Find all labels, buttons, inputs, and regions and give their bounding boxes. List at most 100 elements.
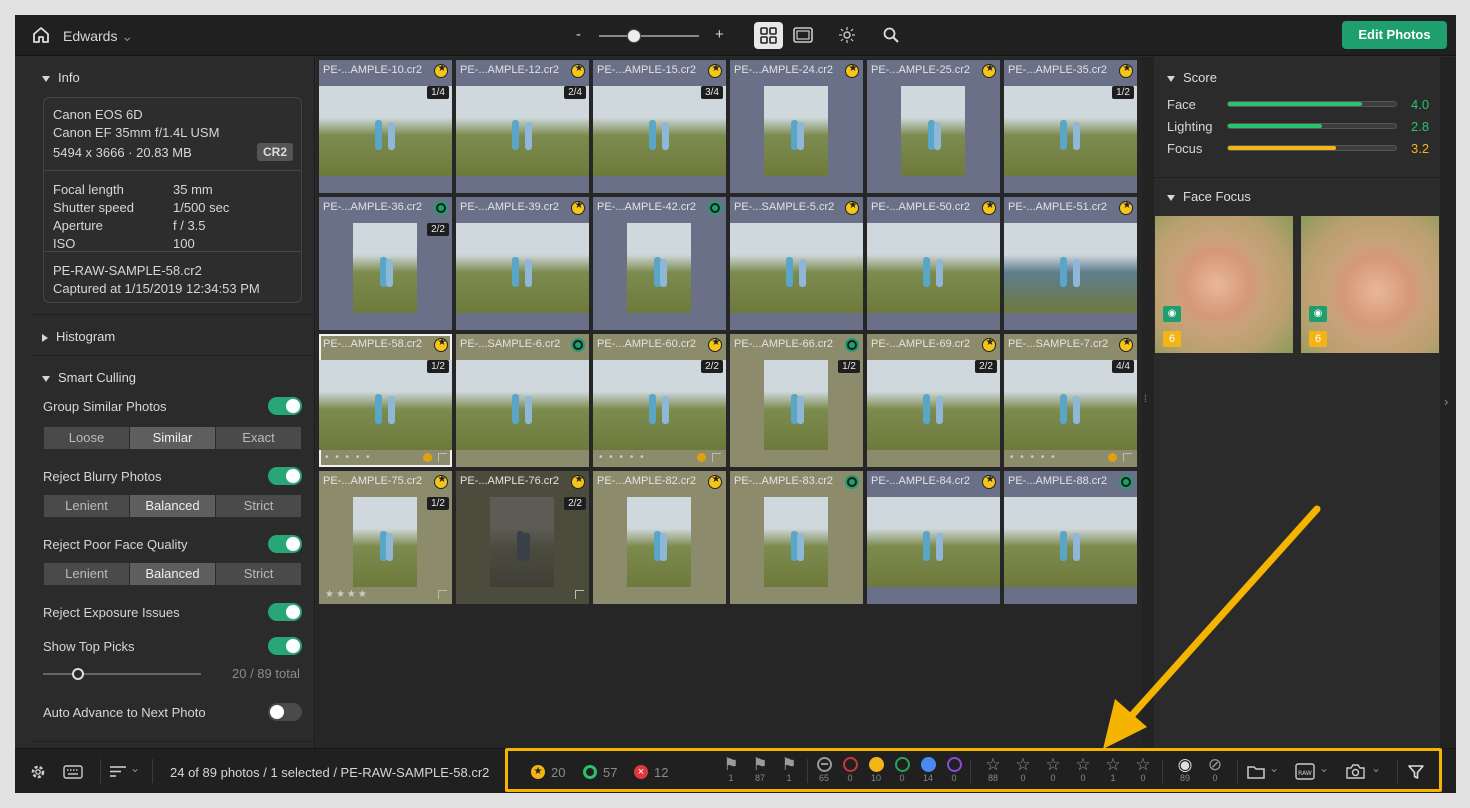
flag-icon[interactable] — [575, 590, 584, 599]
photo-cell[interactable]: PE-...AMPLE-69.cr2 2/2 — [867, 334, 1000, 467]
brightness-icon[interactable] — [839, 27, 855, 43]
pick-badge-icon[interactable] — [434, 474, 449, 489]
photo-cell[interactable]: PE-...SAMPLE-6.cr2 — [456, 334, 589, 467]
photo-cell[interactable]: PE-...AMPLE-36.cr2 2/2 — [319, 197, 452, 330]
zoom-slider[interactable] — [599, 29, 699, 43]
accepted-badge-icon[interactable] — [571, 338, 585, 352]
pick-badge-icon[interactable] — [845, 200, 860, 215]
photo-cell[interactable]: PE-...AMPLE-15.cr2 3/4 — [593, 60, 726, 193]
photo-cell[interactable]: PE-...AMPLE-84.cr2 — [867, 471, 1000, 604]
photo-cell[interactable]: PE-...AMPLE-82.cr2 — [593, 471, 726, 604]
info-header[interactable]: Info — [42, 70, 80, 85]
right-collapse-strip[interactable]: › — [1440, 57, 1456, 748]
accepted-badge-icon[interactable] — [845, 475, 859, 489]
top-picks-toggle[interactable] — [268, 637, 302, 655]
group-similar-toggle[interactable] — [268, 397, 302, 415]
face-thumbnail[interactable]: ◉ 6 — [1155, 216, 1293, 353]
flag-icon[interactable] — [438, 453, 447, 462]
settings-gear-icon[interactable] — [30, 764, 46, 780]
search-icon[interactable] — [883, 27, 899, 43]
option-loose[interactable]: Loose — [44, 427, 130, 449]
reject-exposure-toggle[interactable] — [268, 603, 302, 621]
photo-cell[interactable]: PE-...AMPLE-58.cr2 1/2 • • • • • — [319, 334, 452, 467]
pick-badge-icon[interactable] — [982, 474, 997, 489]
zoom-slider-handle[interactable] — [627, 29, 641, 43]
pick-badge-icon[interactable] — [1119, 200, 1134, 215]
color-label-icon[interactable] — [423, 453, 432, 462]
flag-icon[interactable] — [438, 590, 447, 599]
pick-badge-icon[interactable] — [708, 337, 723, 352]
zoom-in-button[interactable]: + — [715, 26, 724, 43]
option-balanced[interactable]: Balanced — [130, 495, 216, 517]
rating-dots[interactable]: • • • • • — [325, 452, 372, 463]
photo-cell[interactable]: PE-...AMPLE-50.cr2 — [867, 197, 1000, 330]
rating-dots[interactable]: • • • • • — [1010, 452, 1057, 463]
pick-badge-icon[interactable] — [434, 337, 449, 352]
edit-photos-button[interactable]: Edit Photos — [1342, 21, 1447, 49]
pick-badge-icon[interactable] — [434, 63, 449, 78]
photo-cell[interactable]: PE-...AMPLE-60.cr2 2/2 • • • • • — [593, 334, 726, 467]
single-view-icon[interactable] — [793, 27, 813, 43]
photo-cell[interactable]: PE-...AMPLE-12.cr2 2/4 — [456, 60, 589, 193]
option-strict[interactable]: Strict — [216, 495, 301, 517]
histogram-header[interactable]: Histogram — [42, 329, 115, 344]
user-switcher[interactable]: Edwards ⌄ — [63, 28, 133, 45]
pick-badge-icon[interactable] — [571, 63, 586, 78]
photo-cell[interactable]: PE-...AMPLE-83.cr2 — [730, 471, 863, 604]
accepted-badge-icon[interactable] — [434, 201, 448, 215]
rating-stars[interactable]: ★★★★ — [325, 589, 369, 600]
photo-cell[interactable]: PE-...SAMPLE-5.cr2 — [730, 197, 863, 330]
color-label-icon[interactable] — [1108, 453, 1117, 462]
option-lenient[interactable]: Lenient — [44, 495, 130, 517]
home-icon[interactable] — [32, 26, 50, 44]
photo-cell[interactable]: PE-...AMPLE-25.cr2 — [867, 60, 1000, 193]
photo-cell[interactable]: PE-...AMPLE-51.cr2 — [1004, 197, 1137, 330]
top-picks-slider[interactable] — [43, 668, 201, 680]
score-header[interactable]: Score — [1167, 70, 1217, 85]
accepted-badge-icon[interactable] — [708, 201, 722, 215]
rating-dots[interactable]: • • • • • — [599, 452, 646, 463]
zoom-out-button[interactable]: - — [576, 26, 581, 43]
option-strict[interactable]: Strict — [216, 563, 301, 585]
pick-badge-icon[interactable] — [571, 200, 586, 215]
chevron-down-icon[interactable]: ⌄ — [130, 761, 140, 775]
drag-handle-icon[interactable]: ⁞ — [1144, 394, 1147, 405]
photo-cell[interactable]: PE-...AMPLE-39.cr2 — [456, 197, 589, 330]
photo-cell[interactable]: PE-...AMPLE-76.cr2 2/2 — [456, 471, 589, 604]
chevron-right-icon[interactable]: › — [1444, 394, 1448, 409]
pick-badge-icon[interactable] — [1119, 63, 1134, 78]
reject-face-toggle[interactable] — [268, 535, 302, 553]
option-exact[interactable]: Exact — [216, 427, 301, 449]
reject-blurry-toggle[interactable] — [268, 467, 302, 485]
photo-cell[interactable]: PE-...AMPLE-75.cr2 1/2 ★★★★ — [319, 471, 452, 604]
top-picks-slider-handle[interactable] — [71, 668, 84, 680]
pick-badge-icon[interactable] — [982, 200, 997, 215]
sort-icon[interactable] — [110, 765, 126, 778]
photo-cell[interactable]: PE-...AMPLE-24.cr2 — [730, 60, 863, 193]
pick-badge-icon[interactable] — [845, 63, 860, 78]
option-lenient[interactable]: Lenient — [44, 563, 130, 585]
photo-cell[interactable]: PE-...AMPLE-66.cr2 1/2 — [730, 334, 863, 467]
flag-icon[interactable] — [1123, 453, 1132, 462]
photo-cell[interactable]: PE-...SAMPLE-7.cr24/4 • • • • • — [1004, 334, 1137, 467]
option-similar[interactable]: Similar — [130, 427, 216, 449]
smart-culling-header[interactable]: Smart Culling — [42, 370, 136, 385]
face-focus-header[interactable]: Face Focus — [1167, 189, 1251, 204]
accepted-badge-icon[interactable] — [1119, 475, 1133, 489]
color-label-icon[interactable] — [697, 453, 706, 462]
photo-cell[interactable]: PE-...AMPLE-42.cr2 — [593, 197, 726, 330]
pick-badge-icon[interactable] — [982, 63, 997, 78]
photo-cell[interactable]: PE-...AMPLE-10.cr2 1/4 — [319, 60, 452, 193]
accepted-badge-icon[interactable] — [845, 338, 859, 352]
auto-advance-toggle[interactable] — [268, 703, 302, 721]
keyboard-icon[interactable] — [63, 765, 83, 779]
pick-badge-icon[interactable] — [571, 474, 586, 489]
pick-badge-icon[interactable] — [708, 63, 723, 78]
pick-badge-icon[interactable] — [982, 337, 997, 352]
photo-cell[interactable]: PE-...AMPLE-35.cr2 1/2 — [1004, 60, 1137, 193]
option-balanced[interactable]: Balanced — [130, 563, 216, 585]
pick-badge-icon[interactable] — [708, 474, 723, 489]
face-thumbnail[interactable]: ◉ 6 — [1301, 216, 1439, 353]
pick-badge-icon[interactable] — [1119, 337, 1134, 352]
flag-icon[interactable] — [712, 453, 721, 462]
